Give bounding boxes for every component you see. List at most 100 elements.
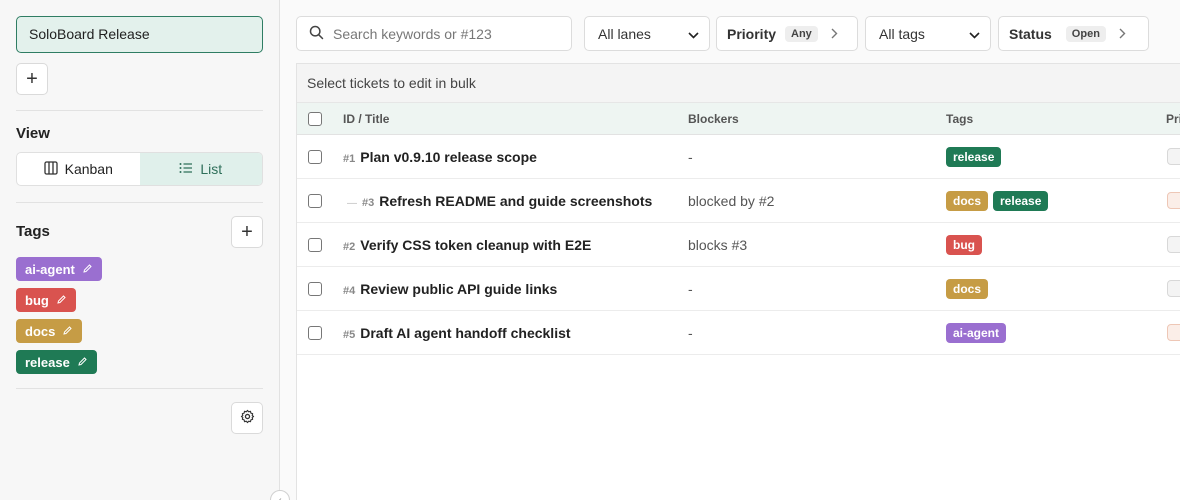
priority-badge[interactable] xyxy=(1167,324,1180,341)
ticket-id: #2 xyxy=(343,241,356,253)
table-header: ID / Title Blockers Tags Pri xyxy=(297,103,1180,135)
tag-label: docs xyxy=(25,323,56,339)
bulk-edit-hint: Select tickets to edit in bulk xyxy=(297,64,1180,103)
sidebar-tag-release[interactable]: release xyxy=(16,350,97,374)
board-name-field[interactable]: SoloBoard Release xyxy=(16,16,263,53)
ticket-title[interactable]: Plan v0.9.10 release scope xyxy=(360,149,537,165)
ticket-title[interactable]: Draft AI agent handoff checklist xyxy=(360,325,570,341)
ticket-blockers: blocks #3 xyxy=(688,237,748,253)
tag-label: bug xyxy=(25,292,49,308)
sidebar-collapse-handle[interactable]: ‹ xyxy=(270,490,290,500)
chevron-down-icon xyxy=(688,26,699,42)
row-checkbox[interactable] xyxy=(308,194,322,208)
view-option-list[interactable]: List xyxy=(139,153,262,185)
lane-select[interactable]: All lanes xyxy=(584,16,710,51)
ticket-blockers: blocked by #2 xyxy=(688,193,775,209)
priority-badge[interactable] xyxy=(1167,192,1180,209)
priority-filter[interactable]: Priority Any xyxy=(716,16,858,51)
tag-release[interactable]: release xyxy=(946,147,1002,167)
chevron-down-icon xyxy=(969,26,980,42)
ticket-tags: bug xyxy=(946,223,982,267)
sidebar: SoloBoard Release + View Kanban List Tag… xyxy=(0,0,280,500)
list-icon xyxy=(179,161,193,177)
tags-select-value: All tags xyxy=(879,25,925,42)
ticket-tags: docs release xyxy=(946,179,1049,223)
ticket-id-title[interactable]: #1 Plan v0.9.10 release scope xyxy=(343,135,537,181)
status-filter-value: Open xyxy=(1065,25,1106,42)
lane-select-value: All lanes xyxy=(598,25,651,42)
priority-badge[interactable] xyxy=(1167,236,1180,253)
tag-bug[interactable]: bug xyxy=(946,235,982,255)
tag-label: ai-agent xyxy=(25,261,75,277)
pencil-icon[interactable] xyxy=(56,293,67,308)
table-row[interactable]: #2 Verify CSS token cleanup with E2E bloc… xyxy=(297,223,1180,267)
ticket-tags: release xyxy=(946,135,1002,179)
ticket-title[interactable]: Refresh README and guide screenshots xyxy=(379,193,652,209)
row-checkbox[interactable] xyxy=(308,150,322,164)
pencil-icon[interactable] xyxy=(62,324,73,339)
ticket-title[interactable]: Review public API guide links xyxy=(360,281,557,297)
kanban-icon xyxy=(43,160,58,178)
sidebar-divider xyxy=(16,110,263,111)
add-board-button[interactable]: + xyxy=(16,63,48,95)
view-section-title: View xyxy=(16,125,50,142)
priority-badge[interactable] xyxy=(1167,280,1180,297)
pencil-icon[interactable] xyxy=(77,355,88,370)
priority-badge[interactable] xyxy=(1167,148,1180,165)
column-header-id-title[interactable]: ID / Title xyxy=(343,103,389,135)
table-row[interactable]: #1 Plan v0.9.10 release scope - release xyxy=(297,135,1180,179)
column-header-priority[interactable]: Pri xyxy=(1166,103,1180,135)
ticket-id: #3 xyxy=(362,197,375,209)
row-checkbox[interactable] xyxy=(308,326,322,340)
search-input[interactable] xyxy=(333,25,553,42)
select-all-checkbox[interactable] xyxy=(308,112,322,126)
ticket-id: #4 xyxy=(343,285,356,297)
settings-button[interactable] xyxy=(231,402,263,434)
tag-label: release xyxy=(25,354,70,370)
sidebar-tag-bug[interactable]: bug xyxy=(16,288,76,312)
row-checkbox[interactable] xyxy=(308,282,322,296)
ticket-id-title[interactable]: #2 Verify CSS token cleanup with E2E xyxy=(343,223,591,269)
chevron-right-icon xyxy=(1119,26,1126,42)
column-header-tags[interactable]: Tags xyxy=(946,103,973,135)
tags-select[interactable]: All tags xyxy=(865,16,991,51)
ticket-list-panel: Select tickets to edit in bulk ID / Titl… xyxy=(296,63,1180,500)
sidebar-tag-ai-agent[interactable]: ai-agent xyxy=(16,257,102,281)
ticket-blockers: - xyxy=(688,149,693,165)
priority-filter-value: Any xyxy=(785,25,818,42)
sidebar-tag-docs[interactable]: docs xyxy=(16,319,83,343)
tag-ai-agent[interactable]: ai-agent xyxy=(946,323,1007,343)
status-filter[interactable]: Status Open xyxy=(998,16,1149,51)
tag-docs[interactable]: docs xyxy=(946,279,989,299)
sidebar-divider xyxy=(16,202,263,203)
ticket-id: #5 xyxy=(343,329,356,341)
ticket-id: #1 xyxy=(343,153,356,165)
status-filter-label: Status xyxy=(1009,25,1052,42)
ticket-blockers: - xyxy=(688,325,693,341)
add-tag-button[interactable]: + xyxy=(231,216,263,248)
table-row[interactable]: #4 Review public API guide links - docs xyxy=(297,267,1180,311)
view-toggle: Kanban List xyxy=(16,152,263,186)
table-row[interactable]: — #3 Refresh README and guide screenshots … xyxy=(297,179,1180,223)
table-row[interactable]: #5 Draft AI agent handoff checklist - ai-… xyxy=(297,311,1180,355)
tag-release[interactable]: release xyxy=(993,191,1049,211)
child-indent-marker: — xyxy=(347,198,357,209)
gear-icon xyxy=(240,409,255,427)
ticket-id-title[interactable]: #5 Draft AI agent handoff checklist xyxy=(343,311,571,357)
column-header-blockers[interactable]: Blockers xyxy=(688,103,739,135)
chevron-left-icon: ‹ xyxy=(278,494,282,500)
ticket-id-title[interactable]: — #3 Refresh README and guide screenshots xyxy=(347,179,652,226)
ticket-title[interactable]: Verify CSS token cleanup with E2E xyxy=(360,237,591,253)
sidebar-divider xyxy=(16,388,263,389)
view-option-list-label: List xyxy=(200,161,223,177)
tags-section-title: Tags xyxy=(16,223,50,240)
tag-docs[interactable]: docs xyxy=(946,191,989,211)
row-checkbox[interactable] xyxy=(308,238,322,252)
pencil-icon[interactable] xyxy=(82,262,93,277)
plus-icon: + xyxy=(26,68,38,90)
plus-icon: + xyxy=(241,221,253,243)
view-option-kanban[interactable]: Kanban xyxy=(17,153,140,185)
search-box[interactable] xyxy=(296,16,572,51)
ticket-id-title[interactable]: #4 Review public API guide links xyxy=(343,267,557,313)
search-icon xyxy=(309,25,324,43)
